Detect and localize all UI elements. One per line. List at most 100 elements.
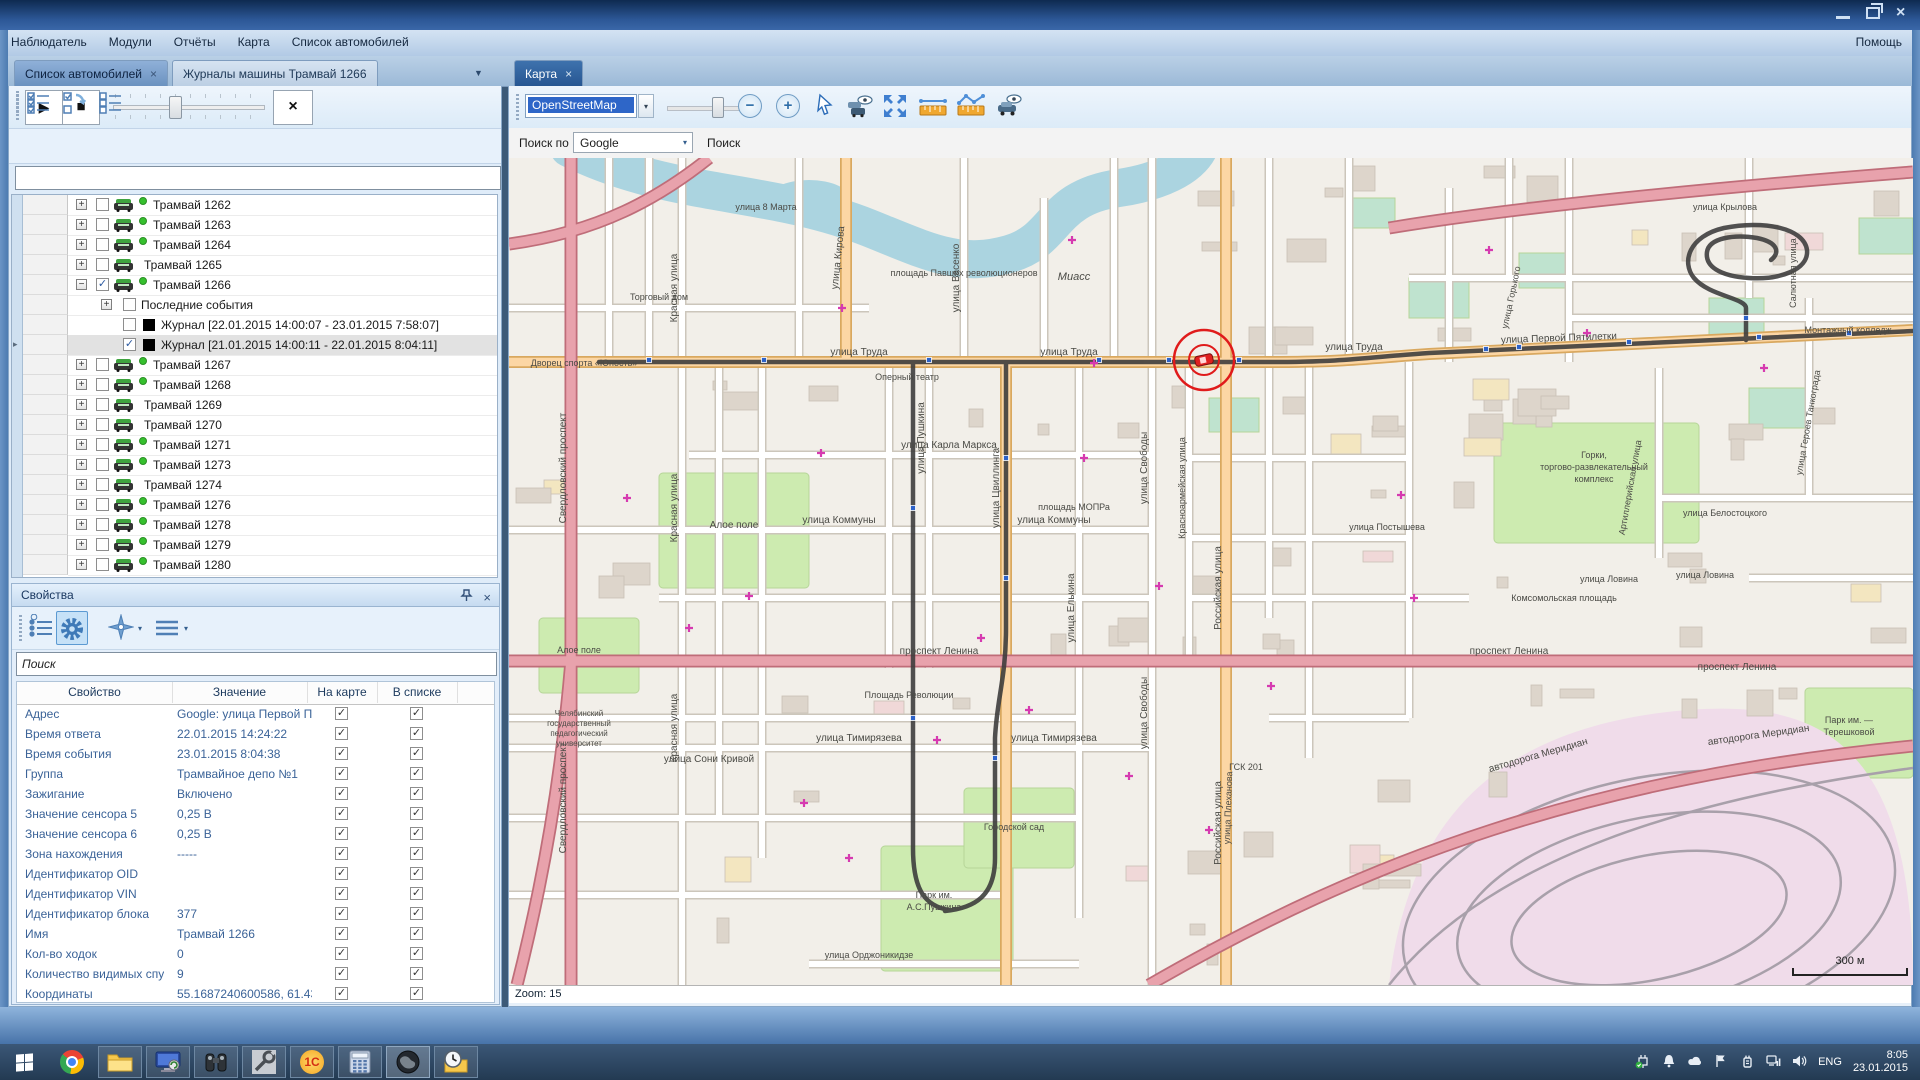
map-viewport[interactable]: улица Трудаулица Трудаулица Трудаулица П… — [509, 158, 1913, 985]
collapse-icon[interactable]: − — [76, 279, 87, 290]
tree-item-vehicle[interactable]: +Трамвай 1268 — [68, 375, 497, 396]
compass-icon[interactable] — [108, 614, 134, 645]
on-map-checkbox[interactable]: ✓ — [335, 727, 348, 740]
tree-checkbox[interactable]: ✓ — [123, 338, 136, 351]
menu-item-1[interactable]: Модули — [98, 30, 163, 55]
in-list-checkbox[interactable]: ✓ — [410, 827, 423, 840]
expand-icon[interactable]: + — [76, 459, 87, 470]
on-map-checkbox[interactable]: ✓ — [335, 767, 348, 780]
on-map-checkbox[interactable]: ✓ — [335, 847, 348, 860]
taskbar-app-calculator[interactable] — [338, 1046, 382, 1078]
taskbar-clock[interactable]: 8:05 23.01.2015 — [1853, 1049, 1908, 1075]
tree-item-vehicle[interactable]: +Трамвай 1267 — [68, 355, 497, 376]
tree-checkbox[interactable] — [96, 458, 109, 471]
volume-icon[interactable] — [1791, 1053, 1807, 1072]
map-canvas[interactable]: улица Трудаулица Трудаулица Трудаулица П… — [509, 158, 1913, 985]
tree-item-vehicle[interactable]: +Трамвай 1276 — [68, 495, 497, 516]
compass-dropdown-icon[interactable]: ▾ — [138, 624, 142, 633]
fit-extent-icon[interactable] — [882, 93, 908, 119]
search-engine-select[interactable]: Google ▾ — [573, 132, 693, 153]
on-map-checkbox[interactable]: ✓ — [335, 987, 348, 1000]
on-map-checkbox[interactable]: ✓ — [335, 807, 348, 820]
tab-map[interactable]: Карта × — [514, 60, 583, 86]
tree-item-journal[interactable]: Журнал [22.01.2015 14:00:07 - 23.01.2015… — [68, 315, 497, 336]
expand-icon[interactable]: + — [76, 519, 87, 530]
restore-icon[interactable] — [1866, 7, 1880, 19]
network-icon[interactable] — [1765, 1053, 1781, 1072]
expand-icon[interactable]: + — [76, 439, 87, 450]
taskbar-app-monitoring-app[interactable] — [194, 1046, 238, 1078]
zoom-in-button[interactable]: + — [776, 94, 800, 118]
tree-item-vehicle[interactable]: +Трамвай 1279 — [68, 535, 497, 556]
expand-icon[interactable]: + — [76, 559, 87, 570]
tree-checkbox[interactable] — [96, 198, 109, 211]
tree-item-group[interactable]: +Последние события — [68, 295, 497, 316]
property-row[interactable]: ЗажиганиеВключено✓✓ — [17, 784, 494, 804]
bell-icon[interactable] — [1661, 1053, 1677, 1072]
tree-item-vehicle[interactable]: −✓Трамвай 1266 — [68, 275, 497, 296]
tree-item-vehicle[interactable]: +Трамвай 1278 — [68, 515, 497, 536]
tree-item-vehicle[interactable]: +Трамвай 1265 — [68, 255, 497, 276]
tree-checkbox[interactable] — [96, 558, 109, 571]
menu-item-0[interactable]: Наблюдатель — [0, 30, 98, 55]
in-list-checkbox[interactable]: ✓ — [410, 747, 423, 760]
tree-checkbox[interactable] — [96, 218, 109, 231]
taskbar-app-globe-app[interactable] — [386, 1046, 430, 1078]
in-list-checkbox[interactable]: ✓ — [410, 847, 423, 860]
flag-icon[interactable] — [1713, 1053, 1729, 1072]
tree-checkbox[interactable] — [96, 238, 109, 251]
in-list-checkbox[interactable]: ✓ — [410, 907, 423, 920]
vehicle-filter-input[interactable] — [15, 166, 501, 190]
on-map-checkbox[interactable]: ✓ — [335, 707, 348, 720]
on-map-checkbox[interactable]: ✓ — [335, 747, 348, 760]
tree-item-vehicle[interactable]: +Трамвай 1262 — [68, 195, 497, 216]
expand-icon[interactable]: + — [76, 219, 87, 230]
expand-icon[interactable]: + — [76, 479, 87, 490]
power-icon[interactable] — [1739, 1053, 1755, 1072]
column-header[interactable]: В списке — [377, 682, 458, 703]
check-all-icon[interactable] — [27, 91, 51, 120]
properties-search-input[interactable] — [16, 652, 497, 676]
tab-vehicle-list[interactable]: Список автомобилей × — [14, 60, 168, 86]
invert-check-icon[interactable] — [63, 91, 87, 120]
gear-icon[interactable] — [56, 611, 88, 645]
start-button[interactable] — [0, 1044, 48, 1080]
in-list-checkbox[interactable]: ✓ — [410, 707, 423, 720]
expand-icon[interactable]: + — [76, 359, 87, 370]
view-menu-icon[interactable] — [154, 614, 180, 645]
in-list-checkbox[interactable]: ✓ — [410, 947, 423, 960]
property-row[interactable]: Время ответа22.01.2015 14:24:22✓✓ — [17, 724, 494, 744]
on-map-checkbox[interactable]: ✓ — [335, 947, 348, 960]
expand-icon[interactable]: + — [76, 259, 87, 270]
property-row[interactable]: ИмяТрамвай 1266✓✓ — [17, 924, 494, 944]
menu-item-help[interactable]: Помощь — [1846, 30, 1912, 55]
expand-icon[interactable]: + — [76, 419, 87, 430]
tree-checkbox[interactable] — [96, 438, 109, 451]
property-row[interactable]: АдресGoogle: улица Первой Пя✓✓ — [17, 704, 494, 724]
close-icon[interactable]: × — [1896, 7, 1910, 19]
follow-vehicle-icon[interactable] — [994, 93, 1020, 119]
tree-item-vehicle[interactable]: +Трамвай 1269 — [68, 395, 497, 416]
expand-icon[interactable]: + — [76, 199, 87, 210]
zoom-out-button[interactable]: − — [738, 94, 762, 118]
tree-checkbox[interactable] — [96, 398, 109, 411]
tree-item-vehicle[interactable]: +Трамвай 1280 — [68, 555, 497, 576]
expand-icon[interactable]: + — [76, 379, 87, 390]
tree-item-vehicle[interactable]: +Трамвай 1274 — [68, 475, 497, 496]
expand-icon[interactable]: + — [76, 539, 87, 550]
in-list-checkbox[interactable]: ✓ — [410, 767, 423, 780]
map-layer-select[interactable]: OpenStreetMap — [525, 94, 637, 118]
taskbar-app-chrome[interactable] — [50, 1046, 94, 1078]
expand-icon[interactable]: + — [76, 239, 87, 250]
tab-overflow-icon[interactable]: ▼ — [474, 68, 483, 78]
map-zoom-slider[interactable] — [667, 106, 747, 111]
in-list-checkbox[interactable]: ✓ — [410, 807, 423, 820]
in-list-checkbox[interactable]: ✓ — [410, 727, 423, 740]
in-list-checkbox[interactable]: ✓ — [410, 987, 423, 1000]
playback-slider[interactable] — [113, 105, 265, 110]
property-row[interactable]: Идентификатор VIN✓✓ — [17, 884, 494, 904]
property-row[interactable]: Количество видимых спу9✓✓ — [17, 964, 494, 984]
column-header[interactable]: Свойство — [17, 682, 173, 703]
property-row[interactable]: Значение сенсора 60,25 В✓✓ — [17, 824, 494, 844]
toolbar-grip[interactable] — [16, 91, 19, 115]
